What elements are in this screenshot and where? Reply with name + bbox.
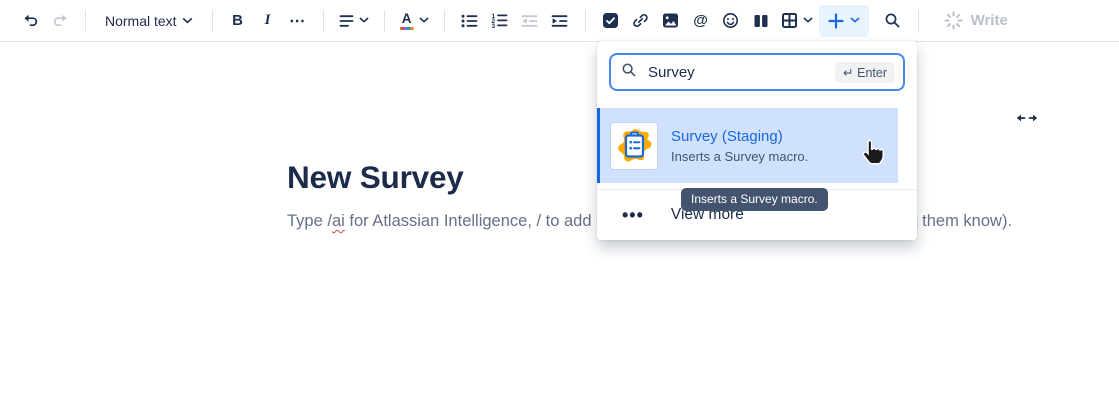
chevron-down-icon [850,17,860,24]
undo-button[interactable] [16,6,44,36]
toolbar-separator [918,10,919,32]
result-description: Inserts a Survey macro. [671,149,808,164]
chevron-down-icon [359,17,369,24]
text-color-dropdown[interactable]: A [396,6,433,36]
confluence-editor-window: Normal text B I ⋯ A [0,0,1119,418]
more-icon: ⋯ [289,11,306,31]
undo-icon [22,13,39,28]
align-text-icon [339,14,354,28]
result-title: Survey (Staging) [671,128,808,145]
mention-icon: @ [693,12,708,29]
find-button[interactable] [879,6,907,36]
macro-tooltip: Inserts a Survey macro. [681,188,828,211]
bullet-list-button[interactable] [456,6,484,36]
text-style-dropdown[interactable]: Normal text [97,6,201,36]
chevron-down-icon [803,17,813,24]
layout-button[interactable] [747,6,775,36]
bold-icon: B [232,12,243,29]
text-style-label: Normal text [105,13,177,29]
sparkle-icon [944,11,963,30]
ellipsis-icon: ••• [622,206,644,224]
editor-body[interactable]: Type /ai for Atlassian Intelligence, / t… [0,208,1119,234]
toolbar-separator [585,10,586,32]
toolbar-separator [323,10,324,32]
alignment-dropdown[interactable] [335,6,373,36]
survey-macro-icon [610,122,658,170]
table-icon [781,12,798,29]
toggle-width-button[interactable] [1014,110,1040,129]
link-icon [632,12,649,29]
search-icon [621,62,637,83]
toolbar-separator [212,10,213,32]
numbered-list-icon: 123 [491,13,508,28]
search-icon [884,12,901,29]
link-button[interactable] [627,6,655,36]
toolbar-separator [444,10,445,32]
bold-button[interactable]: B [224,6,252,36]
macro-result-survey-staging[interactable]: Survey (Staging) Inserts a Survey macro. [597,108,898,183]
numbered-list-button[interactable]: 123 [486,6,514,36]
placeholder-text-continued: t them know). [913,208,1012,234]
outdent-button[interactable] [516,6,544,36]
insert-dropdown-button[interactable] [819,5,869,37]
svg-text:3: 3 [492,23,496,28]
indent-button[interactable] [546,6,574,36]
enter-hint-badge: ↵ Enter [835,62,895,83]
insert-element-menu: ↵ Enter Survey (Staging) Inserts a Surve… [597,41,917,240]
placeholder-text: Type /ai for Atlassian Intelligence, / t… [287,208,605,234]
expand-width-icon [1014,114,1040,129]
outdent-icon [521,14,538,28]
text-color-icon: A [400,12,414,30]
image-icon [662,12,679,29]
task-list-button[interactable] [597,6,625,36]
result-text: Survey (Staging) Inserts a Survey macro. [671,128,808,164]
redo-icon [52,13,69,28]
page-title-input[interactable]: New Survey [287,157,464,197]
misspelled-word: ai [332,212,345,230]
toolbar-separator [85,10,86,32]
image-button[interactable] [657,6,685,36]
emoji-icon [722,12,739,29]
table-dropdown[interactable] [777,6,817,36]
macro-search-box: ↵ Enter [609,53,905,91]
macro-search-input[interactable] [646,63,835,82]
editor-toolbar: Normal text B I ⋯ A [0,0,1119,42]
write-label: Write [971,12,1008,29]
task-checkbox-icon [602,12,619,29]
bullet-list-icon [461,14,478,28]
chevron-down-icon [419,17,429,24]
plus-icon [827,12,845,30]
mention-button[interactable]: @ [687,6,715,36]
toolbar-separator [384,10,385,32]
italic-button[interactable]: I [254,6,282,36]
indent-icon [551,14,568,28]
chevron-down-icon [182,17,193,25]
emoji-button[interactable] [717,6,745,36]
italic-icon: I [265,12,271,29]
layout-columns-icon [753,13,769,29]
redo-button[interactable] [46,6,74,36]
more-formatting-button[interactable]: ⋯ [284,6,312,36]
ai-write-button[interactable]: Write [940,6,1012,36]
